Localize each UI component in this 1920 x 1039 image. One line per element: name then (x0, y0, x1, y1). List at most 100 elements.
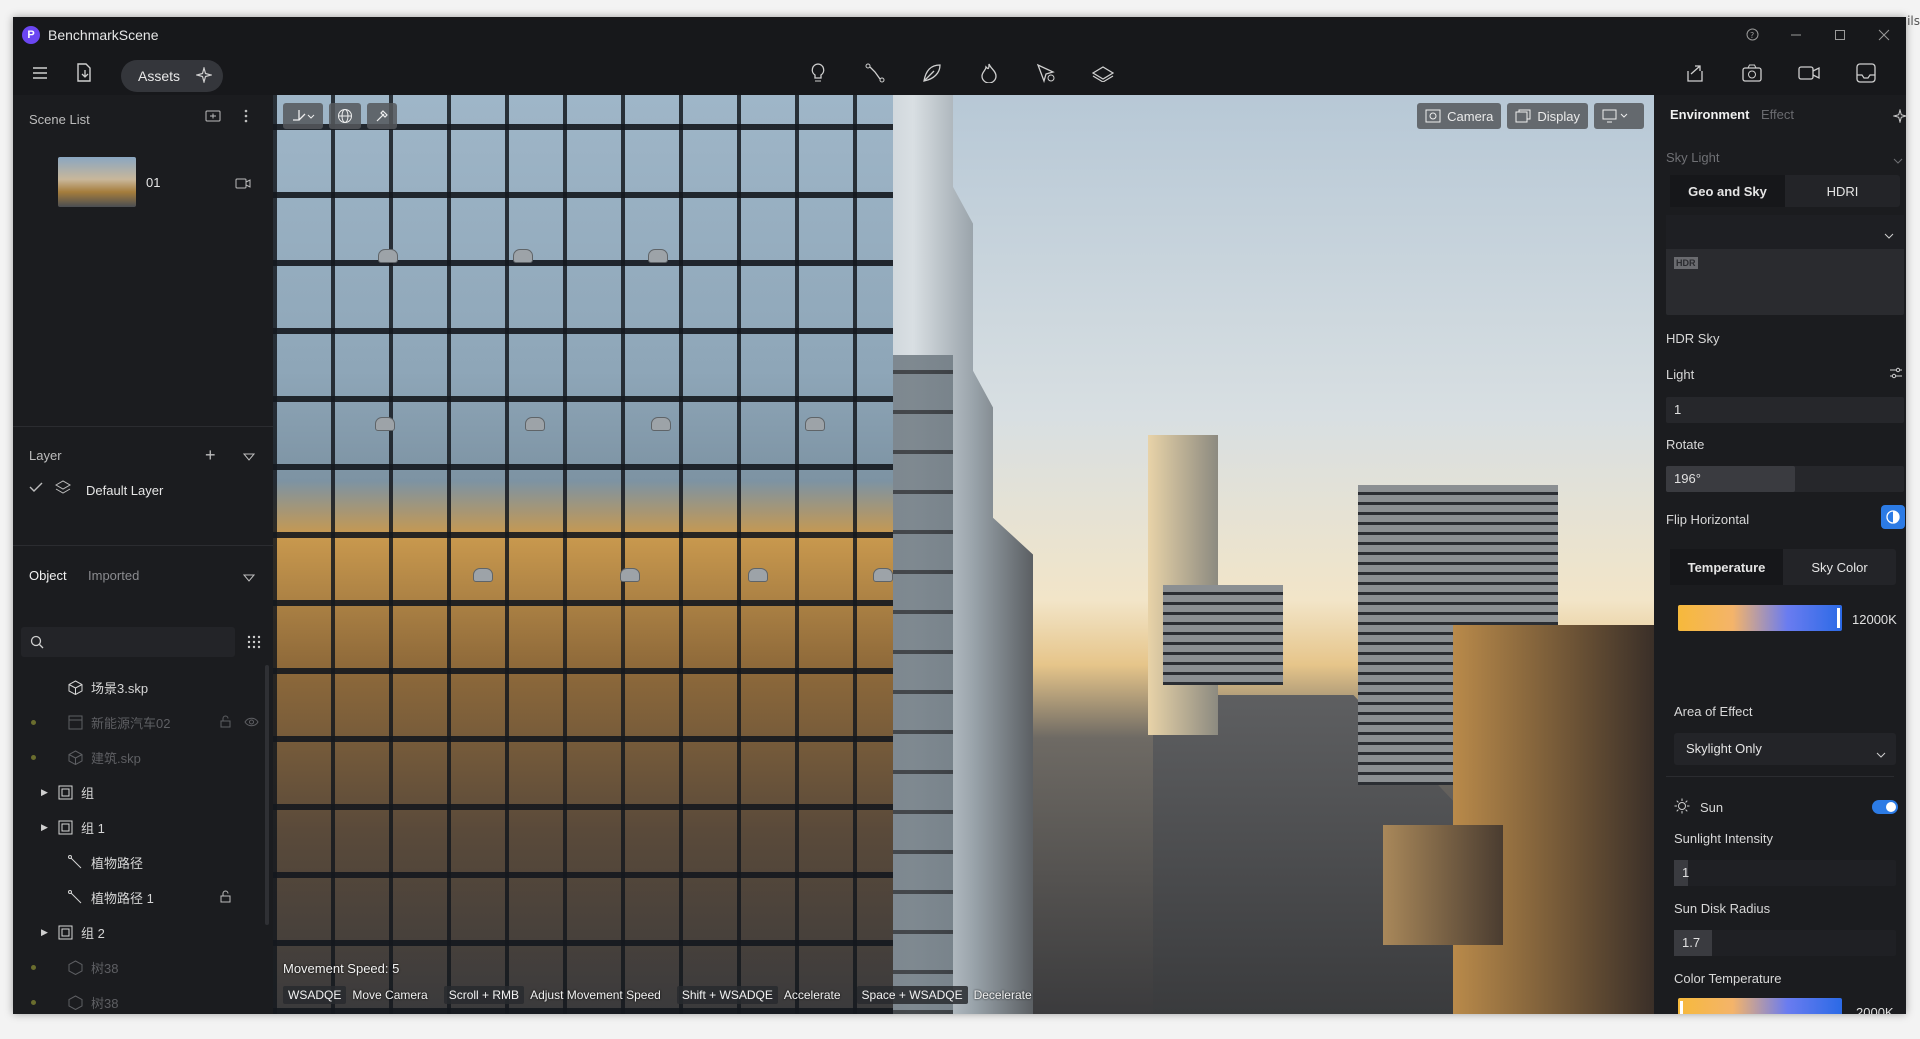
viewport-layout-button[interactable] (1594, 103, 1644, 129)
light-gizmo-icon[interactable] (620, 568, 640, 582)
globe-icon[interactable] (329, 103, 361, 129)
temperature-option[interactable]: Temperature (1670, 549, 1783, 585)
screenshot-camera-icon[interactable] (1737, 58, 1767, 88)
tab-effect[interactable]: Effect (1761, 107, 1794, 122)
eyedropper-icon[interactable] (367, 103, 397, 129)
list-item[interactable]: 树38 (13, 950, 263, 985)
sunlight-intensity-input[interactable]: 1 (1674, 860, 1896, 886)
hdr-preview[interactable]: HDR (1666, 215, 1904, 315)
scene-thumbnail[interactable] (58, 157, 136, 207)
object-search-input[interactable] (21, 627, 235, 657)
light-gizmo-icon[interactable] (525, 417, 545, 431)
light-gizmo-icon[interactable] (748, 568, 768, 582)
layer-item-default[interactable]: Default Layer (86, 483, 163, 498)
light-gizmo-icon[interactable] (873, 568, 893, 582)
expand-arrow-icon[interactable]: ▶ (41, 787, 51, 798)
tab-environment[interactable]: Environment (1670, 107, 1749, 122)
add-scene-icon[interactable] (205, 109, 221, 126)
list-item[interactable]: 场景3.skp (13, 670, 263, 705)
light-gizmo-icon[interactable] (375, 417, 395, 431)
expand-arrow-icon[interactable]: ▶ (41, 822, 51, 833)
list-item[interactable]: 树38 (13, 985, 263, 1014)
chevron-down-icon[interactable] (1884, 227, 1894, 242)
group-icon (67, 715, 83, 731)
add-layer-icon[interactable]: + (205, 445, 216, 466)
cube-icon (67, 960, 83, 976)
light-gizmo-icon[interactable] (805, 417, 825, 431)
light-gizmo-icon[interactable] (473, 568, 493, 582)
expand-arrow-icon[interactable]: ▶ (41, 927, 51, 938)
rotate-label: Rotate (1666, 437, 1705, 452)
tab-imported[interactable]: Imported (88, 568, 139, 583)
list-item[interactable]: ▶ 组 (13, 775, 263, 810)
area-of-effect-select[interactable]: Skylight Only (1674, 733, 1896, 765)
sky-temperature-slider[interactable] (1678, 605, 1842, 631)
eye-icon[interactable] (244, 715, 259, 730)
slider-handle[interactable] (1680, 1001, 1683, 1014)
path-tool-icon[interactable] (860, 58, 890, 88)
terrain-icon[interactable] (1088, 58, 1118, 88)
sunlight-intensity-label: Sunlight Intensity (1674, 831, 1774, 846)
adjust-sliders-icon[interactable] (1889, 367, 1903, 382)
scene-camera-icon[interactable] (235, 177, 251, 192)
hdri-option[interactable]: HDRI (1785, 175, 1900, 207)
object-name: 组 (81, 786, 95, 801)
video-record-icon[interactable] (1794, 58, 1824, 88)
list-item[interactable]: 新能源汽车02 (13, 705, 263, 740)
more-options-icon[interactable] (244, 109, 248, 126)
list-item[interactable]: ▶ 组 1 (13, 810, 263, 845)
layer-check-icon[interactable] (29, 481, 43, 496)
title-bar: P BenchmarkScene ? (13, 17, 1906, 52)
geo-and-sky-option[interactable]: Geo and Sky (1670, 175, 1785, 207)
close-button[interactable] (1862, 17, 1906, 52)
sun-color-temperature-slider[interactable] (1678, 998, 1842, 1014)
light-gizmo-icon[interactable] (378, 249, 398, 263)
hint-action: Move Camera (352, 988, 428, 1002)
color-temperature-label: Color Temperature (1674, 971, 1782, 986)
open-file-icon[interactable] (69, 58, 99, 88)
layer-dropdown-icon[interactable] (242, 449, 256, 464)
tab-object[interactable]: Object (29, 568, 67, 583)
camera-label: Camera (1447, 108, 1494, 124)
select-pointer-icon[interactable] (1031, 58, 1061, 88)
help-icon[interactable]: ? (1730, 17, 1774, 52)
sun-color-temperature-value: 2000K (1856, 1005, 1894, 1014)
list-item[interactable]: ▶ 组 2 (13, 915, 263, 950)
menu-icon[interactable] (25, 58, 55, 88)
lock-icon[interactable] (220, 890, 231, 906)
list-item[interactable]: 植物路径 (13, 845, 263, 880)
list-item[interactable]: 建筑.skp (13, 740, 263, 775)
chevron-down-icon[interactable] (1893, 152, 1903, 167)
camera-button[interactable]: Camera (1417, 103, 1502, 129)
left-panel: Scene List 01 Layer + Default Layer Obje… (13, 95, 273, 1014)
flip-horizontal-toggle[interactable] (1881, 505, 1905, 529)
display-button[interactable]: Display (1507, 103, 1588, 129)
sky-light-header[interactable]: Sky Light (1666, 150, 1719, 165)
sky-color-option[interactable]: Sky Color (1783, 549, 1896, 585)
list-item[interactable]: 植物路径 1 (13, 880, 263, 915)
render-output-icon[interactable] (1851, 58, 1881, 88)
light-gizmo-icon[interactable] (648, 249, 668, 263)
3d-viewport[interactable]: Camera Display Movement Speed: 5 WSADQE … (273, 95, 1654, 1014)
grid-view-icon[interactable] (247, 635, 261, 652)
transform-tool-button[interactable] (283, 103, 323, 129)
maximize-button[interactable] (1818, 17, 1862, 52)
light-gizmo-icon[interactable] (651, 417, 671, 431)
movement-speed: Movement Speed: 5 (283, 961, 400, 976)
light-input[interactable]: 1 (1666, 397, 1904, 423)
effect-drop-icon[interactable] (974, 58, 1004, 88)
rotate-slider[interactable]: 196° (1666, 466, 1904, 492)
minimize-button[interactable] (1774, 17, 1818, 52)
leaf-icon[interactable] (917, 58, 947, 88)
sun-toggle[interactable] (1872, 800, 1898, 814)
object-dropdown-icon[interactable] (242, 570, 256, 585)
lock-icon[interactable] (220, 715, 231, 731)
light-gizmo-icon[interactable] (513, 249, 533, 263)
object-list-scrollbar[interactable] (265, 665, 269, 925)
sun-disk-radius-input[interactable]: 1.7 (1674, 930, 1896, 956)
light-bulb-icon[interactable] (803, 58, 833, 88)
slider-handle[interactable] (1837, 608, 1840, 628)
assets-button[interactable]: Assets (121, 60, 223, 92)
export-icon[interactable] (1680, 58, 1710, 88)
pin-sparkle-icon[interactable] (1892, 108, 1906, 126)
